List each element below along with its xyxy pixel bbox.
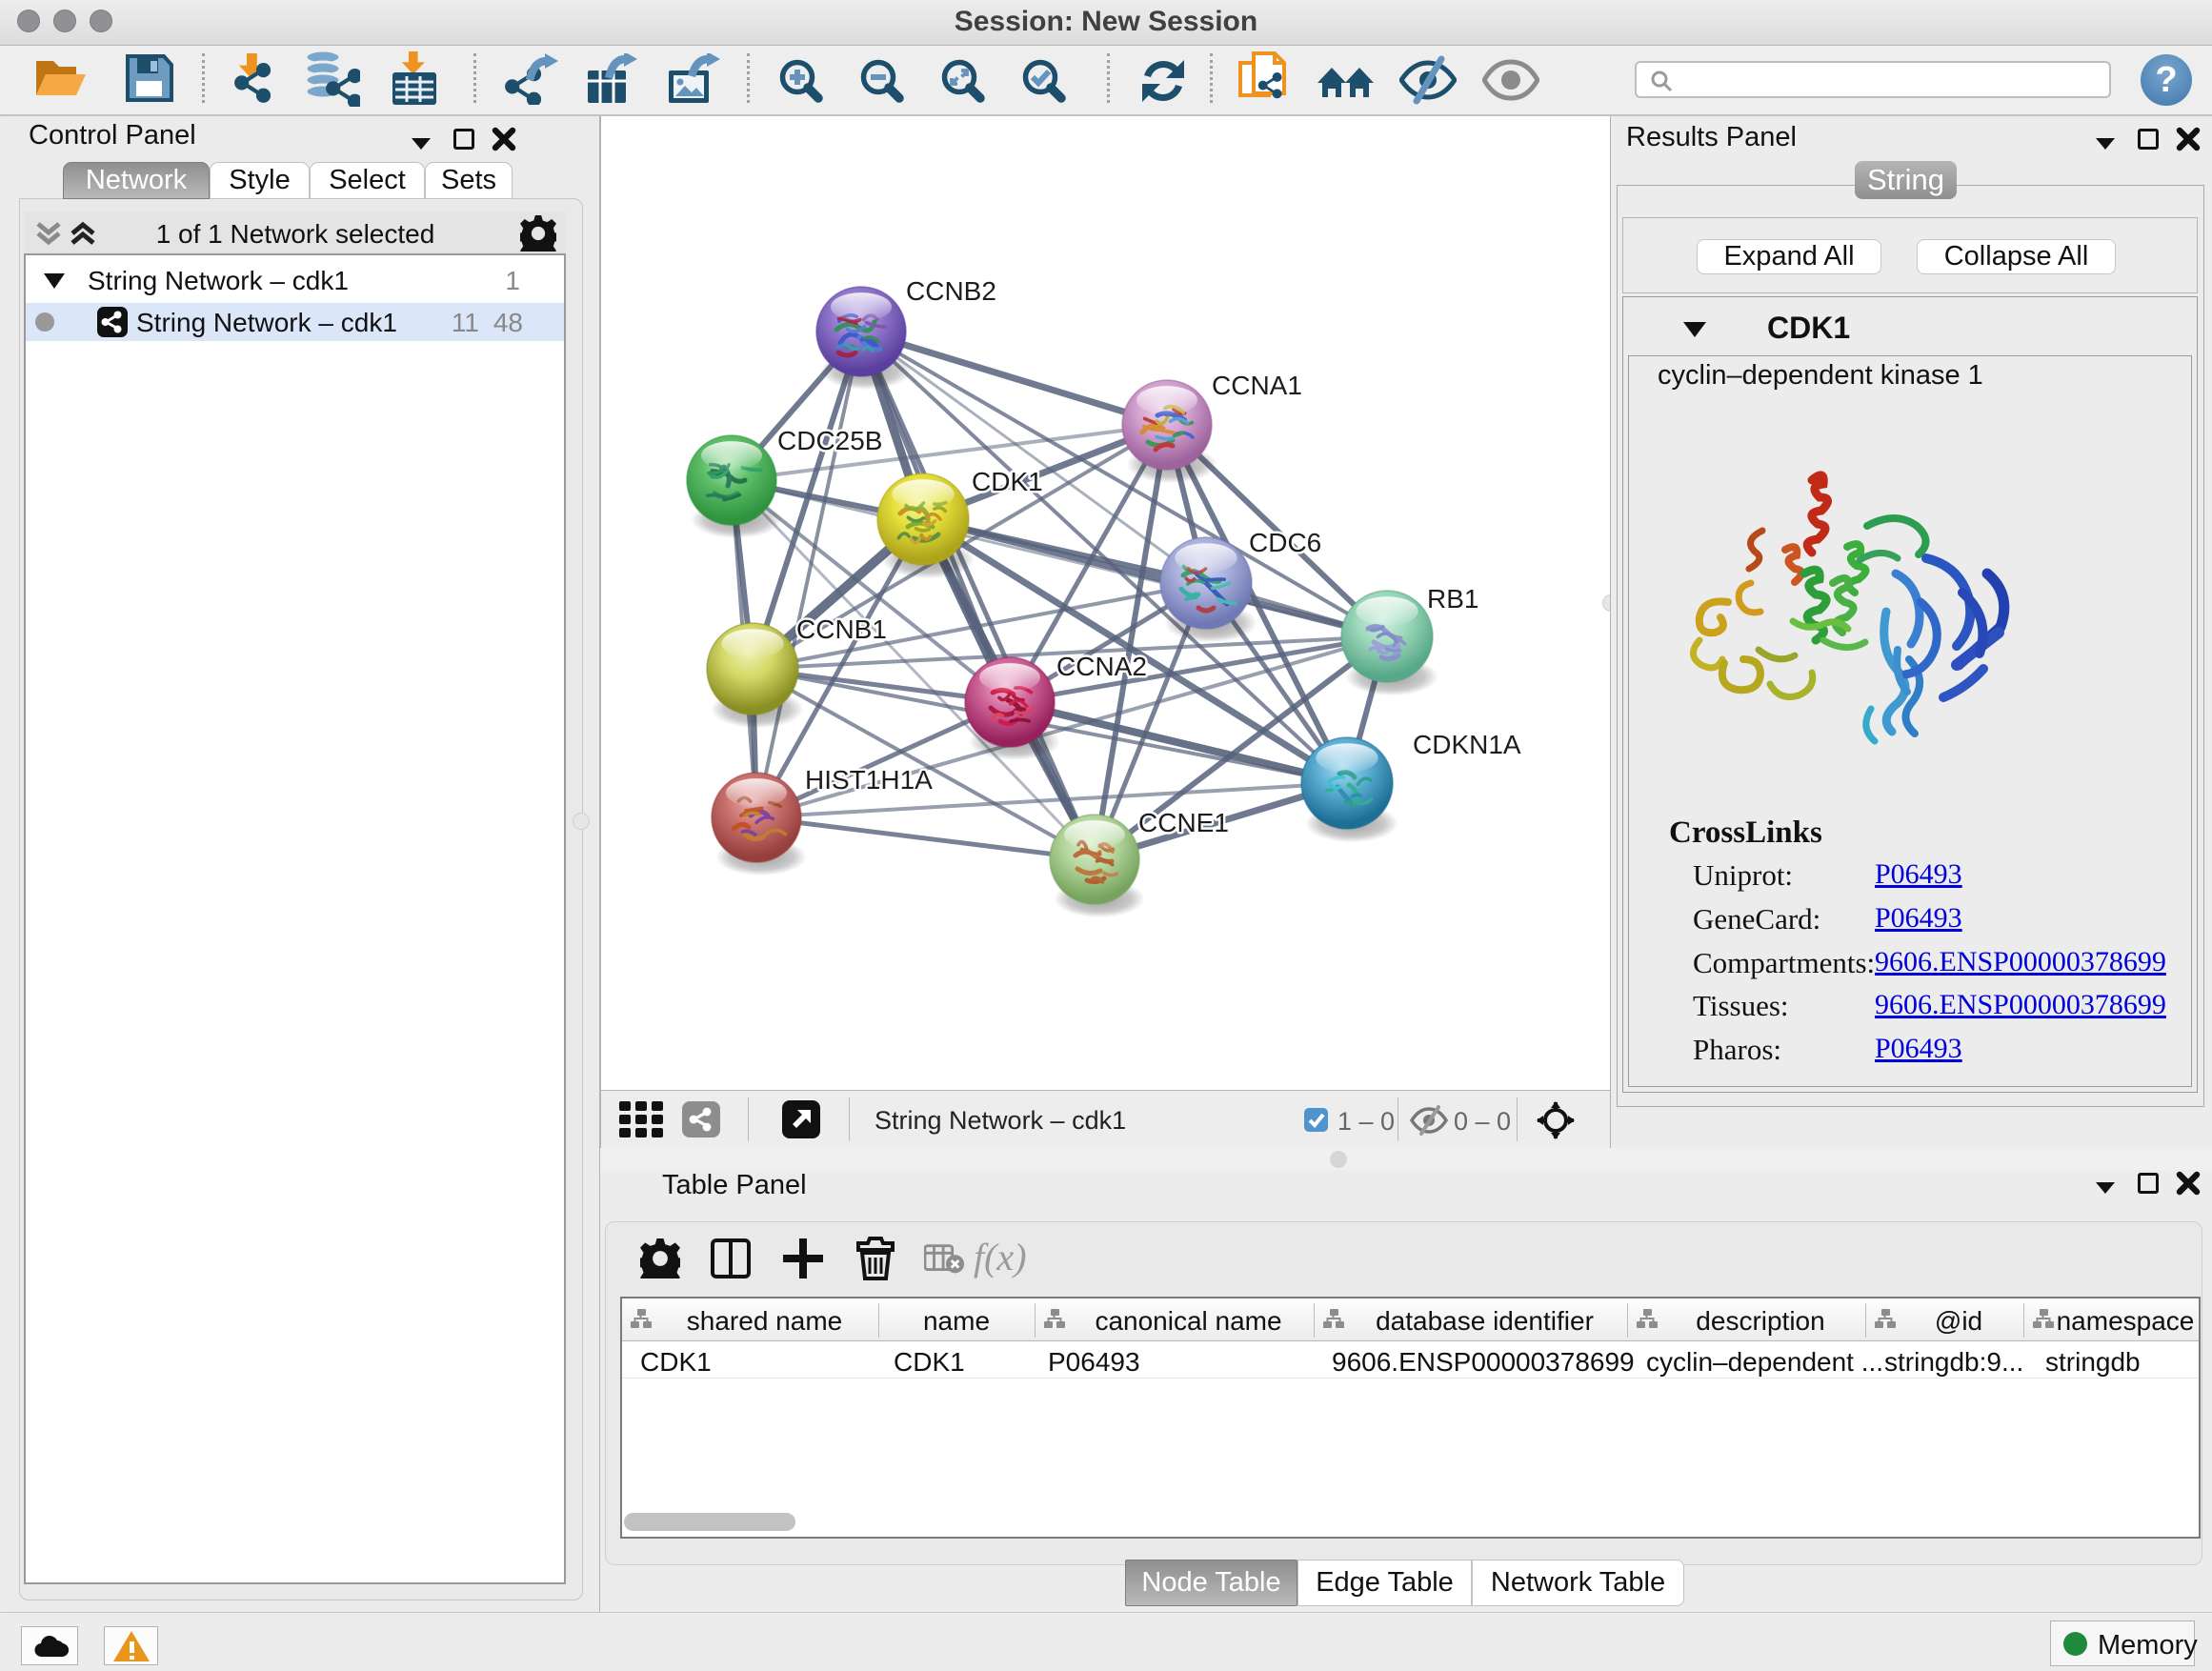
svg-text:CDK1: CDK1 [972, 467, 1043, 496]
svg-text:CCNA2: CCNA2 [1056, 652, 1147, 681]
svg-text:CCNB2: CCNB2 [906, 276, 996, 306]
svg-text:CDKN1A: CDKN1A [1413, 730, 1521, 759]
svg-text:CDC6: CDC6 [1249, 528, 1321, 557]
svg-text:HIST1H1A: HIST1H1A [805, 765, 933, 795]
svg-text:CCNB1: CCNB1 [796, 614, 887, 644]
svg-text:CCNA1: CCNA1 [1212, 371, 1302, 400]
svg-text:RB1: RB1 [1427, 584, 1478, 614]
svg-text:CCNE1: CCNE1 [1138, 808, 1229, 837]
svg-text:CDC25B: CDC25B [777, 426, 882, 455]
